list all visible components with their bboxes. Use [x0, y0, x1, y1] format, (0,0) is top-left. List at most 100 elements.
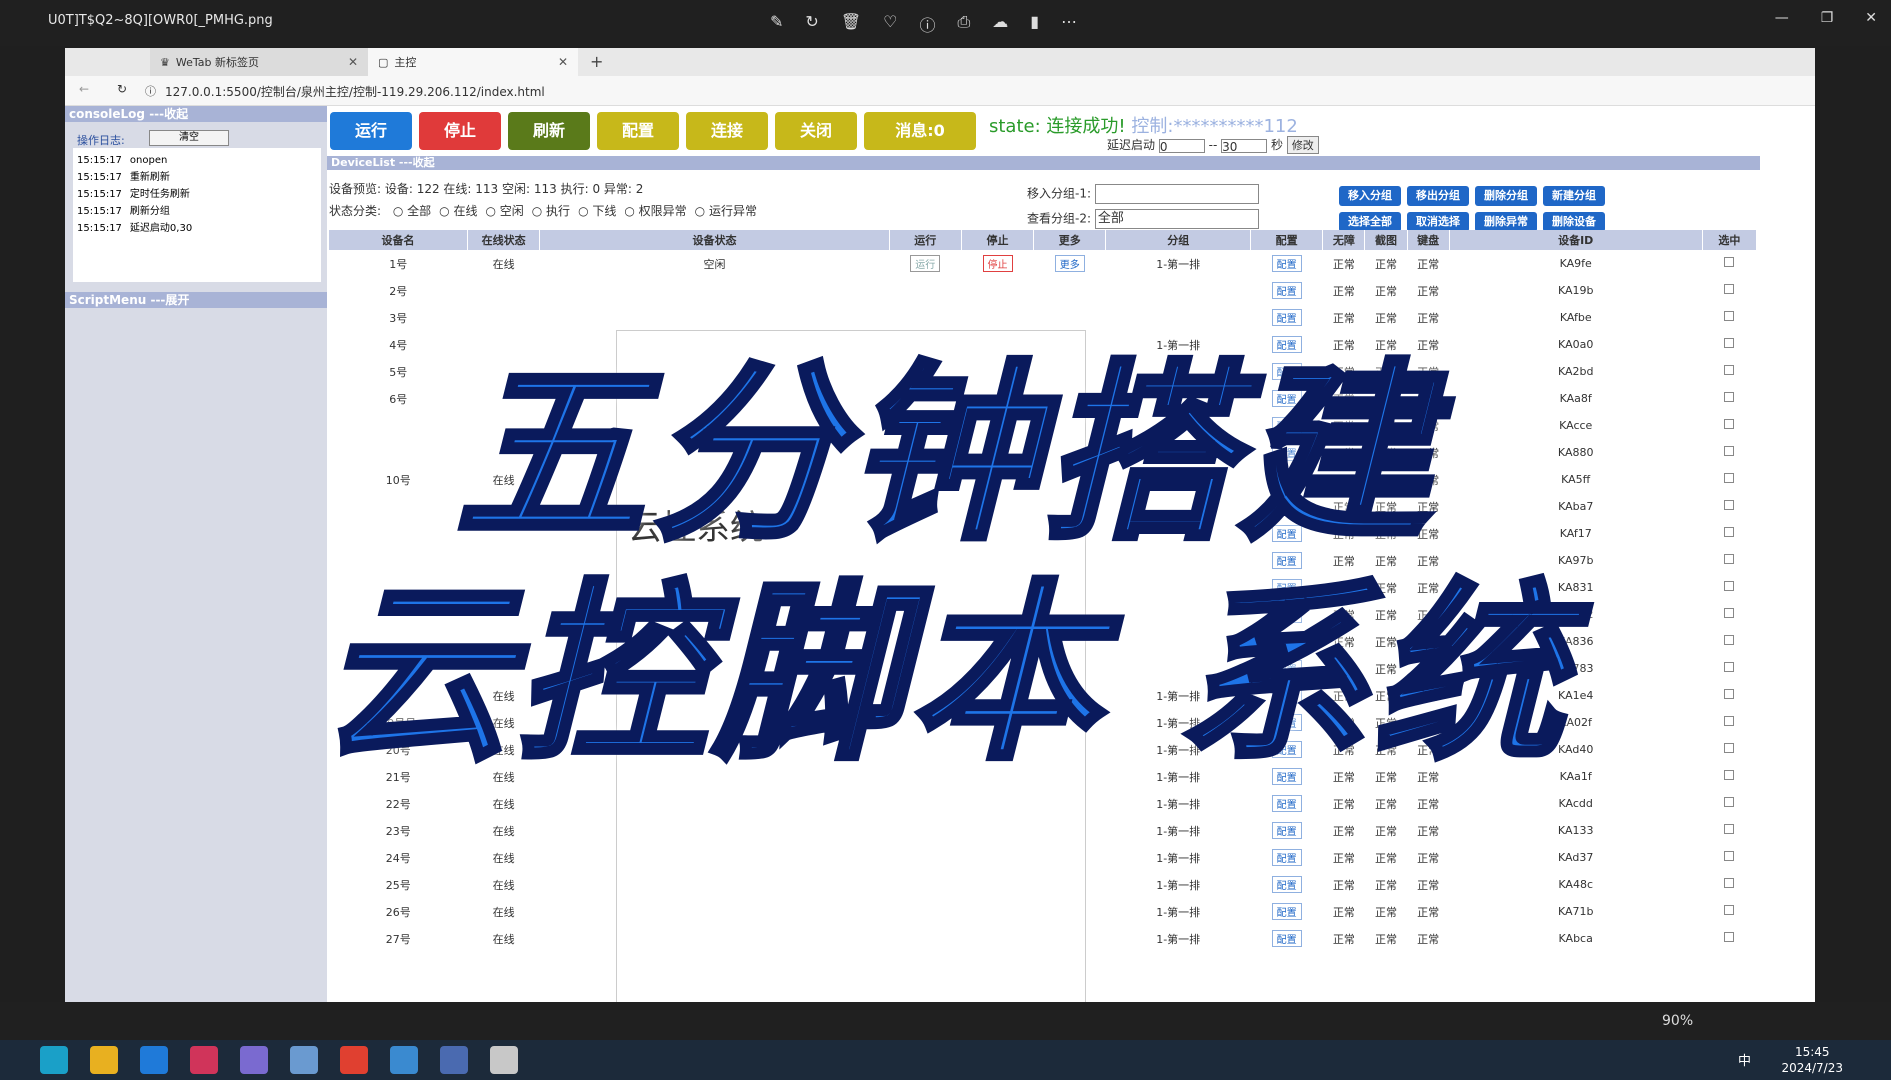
minimize-icon[interactable]: —: [1775, 10, 1789, 26]
delete-device-button[interactable]: 删除设备: [1543, 212, 1605, 232]
column-header: 更多: [1033, 230, 1107, 250]
clock[interactable]: 15:45 2024/7/23: [1781, 1044, 1843, 1076]
close-tab-icon[interactable]: ✕: [558, 55, 568, 69]
config-button[interactable]: 配置: [597, 112, 679, 150]
clear-button[interactable]: 清空: [149, 130, 229, 146]
device-id: KA71b: [1557, 905, 1594, 918]
stop-button[interactable]: 停止: [419, 112, 501, 150]
edit-icon[interactable]: ✎: [770, 12, 783, 36]
config-row-button[interactable]: 配置: [1271, 795, 1302, 812]
connect-button[interactable]: 连接: [686, 112, 768, 150]
video-icon[interactable]: ▮: [1030, 12, 1039, 36]
close-icon[interactable]: ✕: [1865, 10, 1877, 26]
headline-line2: 云控脚本 系统: [318, 561, 1570, 788]
console-header[interactable]: consoleLog ---收起: [65, 106, 327, 122]
filter-option[interactable]: ○ 全部: [393, 204, 431, 218]
filter-option[interactable]: ○ 运行异常: [695, 204, 757, 218]
close-button[interactable]: 关闭: [775, 112, 857, 150]
config-row-button[interactable]: 配置: [1271, 849, 1302, 866]
more-row-button[interactable]: 更多: [1054, 255, 1085, 272]
zoom-level[interactable]: 90%: [1662, 1013, 1693, 1029]
row-checkbox[interactable]: [1724, 932, 1735, 942]
row-checkbox[interactable]: [1724, 905, 1735, 915]
edge-icon[interactable]: [40, 1046, 68, 1074]
column-header: 设备名: [329, 230, 469, 250]
chrome-icon[interactable]: [340, 1046, 368, 1074]
filter-option[interactable]: ○ 空闲: [485, 204, 523, 218]
device-name: 25号: [385, 878, 411, 892]
row-checkbox[interactable]: [1724, 824, 1735, 834]
back-icon[interactable]: ←: [79, 82, 89, 96]
log-text: 刷新分组: [129, 206, 170, 217]
delete-abnormal-button[interactable]: 删除异常: [1475, 212, 1537, 232]
config-row-button[interactable]: 配置: [1271, 282, 1302, 299]
vscode-icon[interactable]: [140, 1046, 168, 1074]
tab-main[interactable]: ▢ 主控 ✕: [368, 48, 578, 76]
filter-option[interactable]: ○ 下线: [578, 204, 616, 218]
time: 15:45: [1794, 1045, 1830, 1059]
message-button[interactable]: 消息:0: [864, 112, 976, 150]
remote-icon[interactable]: [440, 1046, 468, 1074]
url-field[interactable]: 127.0.0.1:5500/控制台/泉州主控/控制-119.29.206.11…: [165, 83, 545, 100]
row-checkbox[interactable]: [1724, 257, 1735, 267]
devicelist-header[interactable]: DeviceList ---收起: [327, 156, 1760, 170]
close-tab-icon[interactable]: ✕: [348, 55, 358, 69]
delay-start: 延迟启动 0 -- 30 秒 修改: [1107, 136, 1319, 154]
print-icon[interactable]: ⎙: [957, 12, 970, 36]
new-group-button[interactable]: 新建分组: [1543, 186, 1605, 206]
delete-icon[interactable]: 🗑: [841, 12, 861, 36]
filter-option[interactable]: ○ 在线: [439, 204, 477, 218]
config-row-button[interactable]: 配置: [1271, 876, 1302, 893]
tab-wetab[interactable]: ♛ WeTab 新标签页 ✕: [150, 48, 368, 76]
delay-from-input[interactable]: 0: [1158, 138, 1205, 154]
select-all-button[interactable]: 选择全部: [1339, 212, 1401, 232]
ime-indicator[interactable]: 中: [1738, 1050, 1751, 1069]
group2-dropdown[interactable]: 全部: [1094, 209, 1259, 229]
config-row-button[interactable]: 配置: [1271, 255, 1302, 272]
new-tab-icon[interactable]: +: [590, 52, 603, 71]
row-checkbox[interactable]: [1724, 878, 1735, 888]
jetbrains-icon[interactable]: [190, 1046, 218, 1074]
modify-button[interactable]: 修改: [1286, 136, 1319, 154]
heart-icon[interactable]: ♡: [883, 12, 897, 36]
more-cell: 更多: [1034, 250, 1106, 277]
delay-to-input[interactable]: 30: [1221, 138, 1268, 154]
group1-dropdown[interactable]: [1094, 184, 1259, 204]
viewer-app-icon[interactable]: [490, 1046, 518, 1074]
log-time: 15:15:17: [77, 223, 122, 234]
filter-option[interactable]: ○ 权限异常: [624, 204, 686, 218]
row-checkbox[interactable]: [1724, 851, 1735, 861]
info-icon[interactable]: ⓘ: [919, 12, 935, 36]
refresh-button[interactable]: 刷新: [508, 112, 590, 150]
group2-select: 查看分组-2: 全部: [1027, 209, 1259, 229]
info-icon[interactable]: ⓘ: [145, 83, 156, 99]
log-text: 延迟启动0,30: [129, 223, 193, 234]
cloud-icon[interactable]: ☁: [992, 12, 1008, 36]
rotate-icon[interactable]: ↻: [805, 12, 818, 36]
move-in-group-button[interactable]: 移入分组: [1339, 186, 1401, 206]
run-row-button[interactable]: 运行: [910, 255, 941, 272]
device-name: 24号: [385, 851, 411, 865]
config-row-button[interactable]: 配置: [1271, 930, 1302, 947]
config-row-button[interactable]: 配置: [1271, 903, 1302, 920]
group: 1-第一排: [1156, 932, 1201, 946]
folder-icon[interactable]: [90, 1046, 118, 1074]
reload-icon[interactable]: ↻: [117, 82, 127, 96]
more-icon[interactable]: ⋯: [1061, 12, 1077, 36]
row-checkbox[interactable]: [1724, 797, 1735, 807]
config-row-button[interactable]: 配置: [1271, 822, 1302, 839]
run-button[interactable]: 运行: [330, 112, 412, 150]
deselect-button[interactable]: 取消选择: [1407, 212, 1469, 232]
restore-icon[interactable]: ❐: [1821, 10, 1834, 26]
photos-icon[interactable]: [390, 1046, 418, 1074]
filter-option[interactable]: ○ 执行: [532, 204, 570, 218]
move-out-group-button[interactable]: 移出分组: [1407, 186, 1469, 206]
select-cell: [1702, 898, 1756, 925]
stop-row-button[interactable]: 停止: [982, 255, 1013, 272]
row-checkbox[interactable]: [1724, 284, 1735, 294]
stop-cell: 停止: [961, 250, 1033, 277]
notes-icon[interactable]: [290, 1046, 318, 1074]
delete-group-button[interactable]: 删除分组: [1475, 186, 1537, 206]
viewer-titlebar: U0T]T$Q2~8Q][OWR0[_PMHG.png ✎ ↻ 🗑 ♡ ⓘ ⎙ …: [0, 0, 1891, 46]
app-icon[interactable]: [240, 1046, 268, 1074]
